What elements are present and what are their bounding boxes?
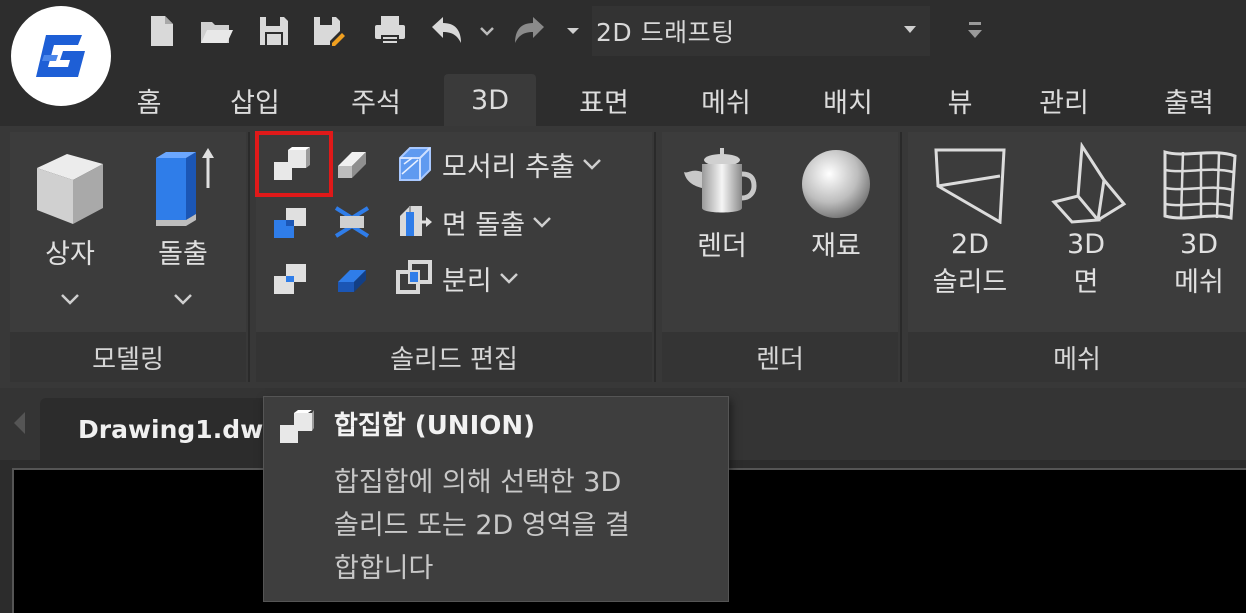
3d-face-label-line1: 3D [1067,229,1105,260]
slice-icon [332,144,372,184]
tooltip-title: 합집합 (UNION) [334,411,535,441]
tab-3d[interactable]: 3D [444,74,536,126]
customize-quick-access-icon[interactable] [964,18,986,44]
app-logo[interactable] [11,6,111,106]
separate-label: 분리 [442,265,492,297]
material-button[interactable]: 재료 [786,146,886,266]
redo-icon[interactable] [508,8,552,54]
tab-annotate[interactable]: 주석 [336,74,416,126]
extrude-button[interactable]: 돌출 [130,142,236,306]
chevron-down-icon[interactable] [172,292,194,306]
panel-mesh: 2D 솔리드 3D 면 3D 메쉬 메쉬 [908,132,1246,382]
render-button[interactable]: 렌더 [670,146,774,266]
3d-face-label-line2: 면 [1073,267,1099,298]
panel-divider [900,132,902,382]
interfere-button[interactable] [332,202,372,242]
tab-layout[interactable]: 배치 [808,74,888,126]
extract-edges-button[interactable]: 모서리 추출 [394,144,603,184]
3d-face-icon [1051,142,1127,224]
save-as-icon[interactable] [306,8,350,54]
panel-title-mesh: 메쉬 [908,332,1246,382]
3d-mesh-label-line1: 3D [1180,229,1218,260]
tooltip-line: 합집합에 의해 선택한 3D [334,467,622,498]
extrude-icon [156,148,214,226]
tab-view[interactable]: 뷰 [930,74,990,126]
extrude-label: 돌출 [158,239,208,270]
scroll-left-icon[interactable] [14,412,25,434]
save-icon[interactable] [252,8,296,54]
render-label: 렌더 [697,231,747,262]
ribbon: 상자 돌출 모델링 모서리 추출 면 돌출 분리 솔리드 편집 렌더 재료 렌더… [0,126,1246,388]
panel-title-modeling: 모델링 [10,332,246,382]
chevron-down-icon [904,26,916,33]
tab-mesh[interactable]: 메쉬 [686,74,766,126]
thicken-button[interactable] [332,258,372,298]
2d-solid-button[interactable]: 2D 솔리드 [922,142,1018,302]
title-bar: 2D 드래프팅 [0,0,1246,66]
tab-manage[interactable]: 관리 [1024,74,1104,126]
print-icon[interactable] [366,8,414,54]
union-highlight-box [255,131,333,197]
workspace-select[interactable]: 2D 드래프팅 [592,6,930,56]
intersect-button[interactable] [270,258,310,298]
separate-button[interactable]: 분리 [394,258,520,298]
open-folder-icon[interactable] [194,8,238,54]
new-file-icon[interactable] [140,8,184,54]
box-label: 상자 [45,239,95,270]
interfere-icon [332,202,372,242]
render-teapot-icon [684,148,757,213]
tab-insert[interactable]: 삽입 [218,74,292,126]
panel-render: 렌더 재료 렌더 [662,132,898,382]
subtract-button[interactable] [270,202,310,242]
2d-solid-label-line2: 솔리드 [932,267,1008,298]
tab-surface[interactable]: 표면 [564,74,644,126]
chevron-down-icon[interactable] [59,292,81,306]
material-sphere-icon [802,150,870,218]
3d-mesh-icon [1163,149,1237,220]
undo-icon[interactable] [424,8,468,54]
chevron-down-icon[interactable] [531,215,553,229]
extract-edges-icon [394,144,434,184]
ribbon-tabs: 홈 삽입 주석 3D 표면 메쉬 배치 뷰 관리 출력 [0,66,1246,126]
chevron-down-icon[interactable] [498,271,520,285]
tooltip-description: 합집합에 의해 선택한 3D 솔리드 또는 2D 영역을 결 합합니다 [334,461,724,590]
panel-divider [248,132,250,382]
panel-modeling: 상자 돌출 모델링 [10,132,246,382]
panel-title-render: 렌더 [662,332,898,382]
tab-output[interactable]: 출력 [1146,74,1232,126]
document-tab-label: Drawing1.dw [78,414,264,444]
intersect-icon [270,258,310,298]
union-tooltip: 합집합 (UNION) 합집합에 의해 선택한 3D 솔리드 또는 2D 영역을… [263,396,729,602]
extrude-faces-icon [394,202,434,242]
box-button[interactable]: 상자 [20,142,120,306]
panel-divider [654,132,656,382]
3d-face-button[interactable]: 3D 면 [1038,142,1134,302]
undo-dropdown-icon[interactable] [476,8,498,54]
2d-solid-icon [934,148,1006,224]
subtract-icon [270,202,310,242]
tab-home[interactable]: 홈 [120,74,178,126]
panel-title-solid-edit: 솔리드 편집 [256,332,652,382]
3d-mesh-label-line2: 메쉬 [1174,267,1224,298]
chevron-down-icon[interactable] [581,157,603,171]
redo-dropdown-icon[interactable] [562,8,584,54]
material-label: 재료 [811,231,861,262]
gstarcad-logo-icon [36,35,85,77]
union-icon [280,410,314,443]
thicken-icon [332,258,372,298]
slice-button[interactable] [332,144,372,184]
tooltip-line: 솔리드 또는 2D 영역을 결 [334,510,630,541]
extrude-faces-label: 면 돌출 [442,209,526,241]
extract-edges-label: 모서리 추출 [442,151,575,183]
separate-icon [394,258,434,298]
workspace-label: 2D 드래프팅 [596,18,735,47]
box-icon [37,154,103,224]
2d-solid-label-line1: 2D [951,229,989,260]
3d-mesh-button[interactable]: 3D 메쉬 [1152,142,1246,302]
extrude-faces-button[interactable]: 면 돌출 [394,202,553,242]
tooltip-line: 합합니다 [334,553,434,584]
